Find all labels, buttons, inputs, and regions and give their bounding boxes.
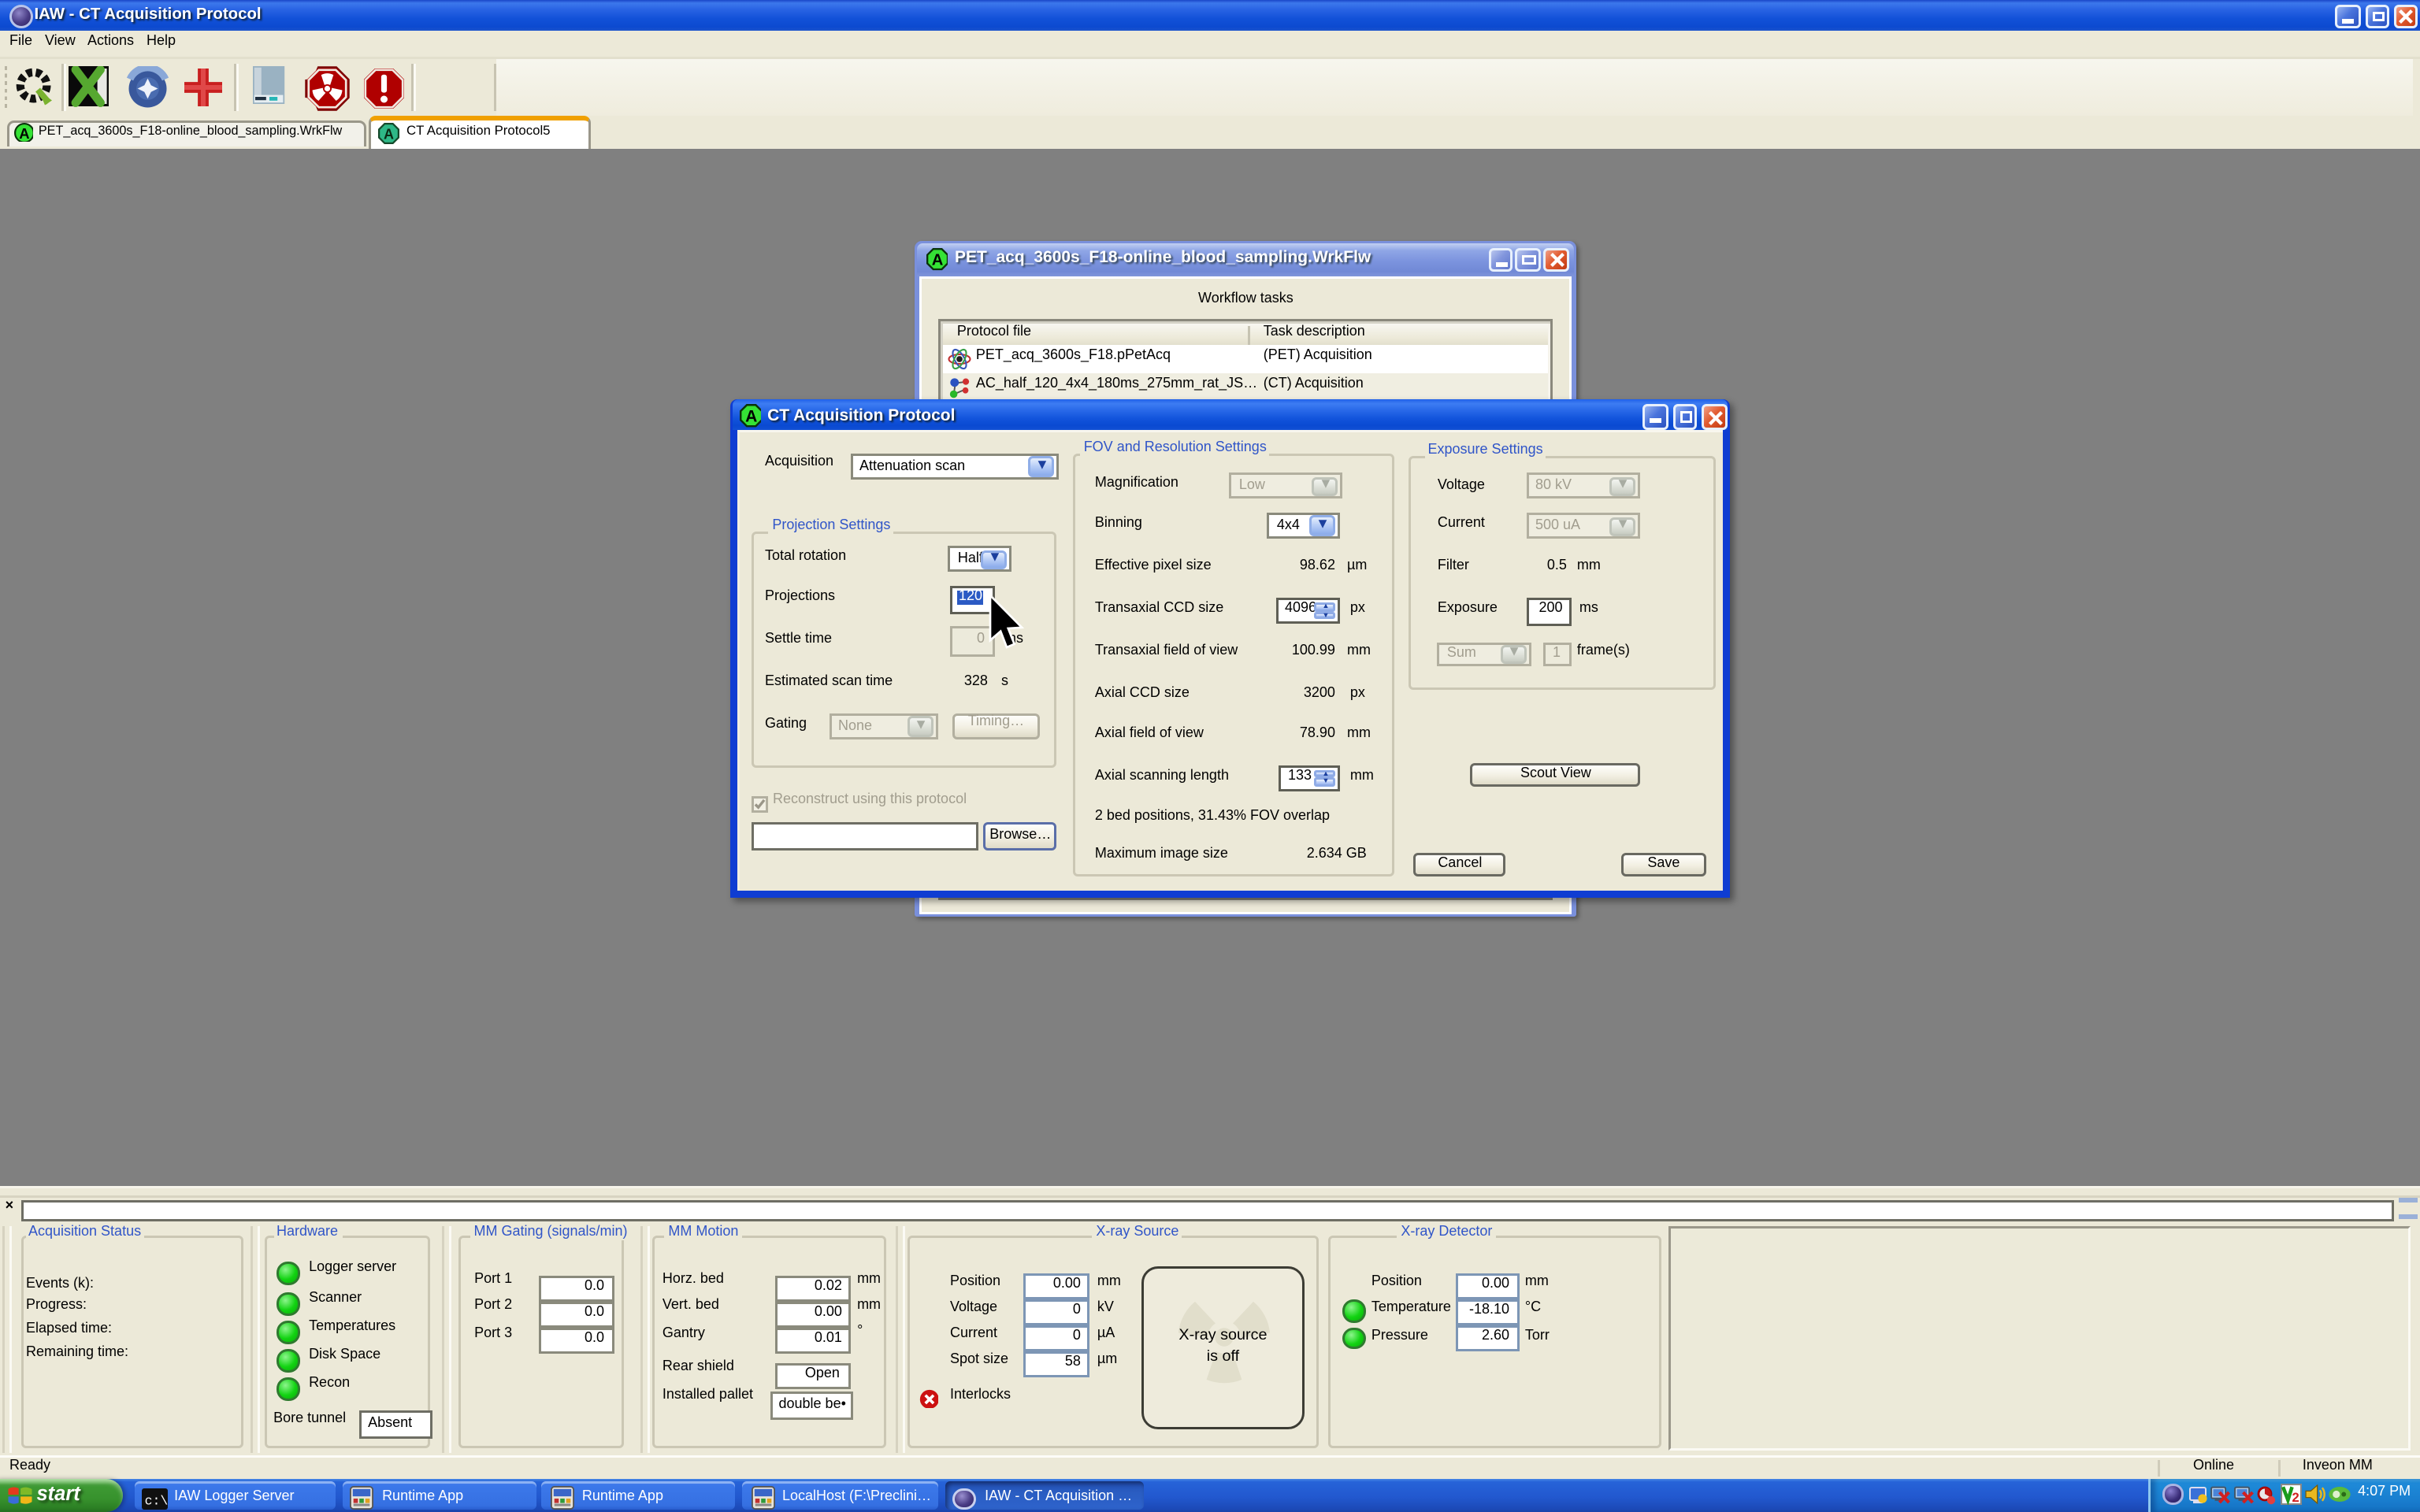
- svg-text:2: 2: [2291, 1491, 2298, 1506]
- svg-text:A: A: [18, 124, 28, 141]
- svg-text:c:\: c:\: [146, 1492, 169, 1507]
- svg-text:A: A: [931, 253, 943, 270]
- svg-text:A: A: [383, 125, 393, 141]
- svg-text:A: A: [744, 408, 756, 426]
